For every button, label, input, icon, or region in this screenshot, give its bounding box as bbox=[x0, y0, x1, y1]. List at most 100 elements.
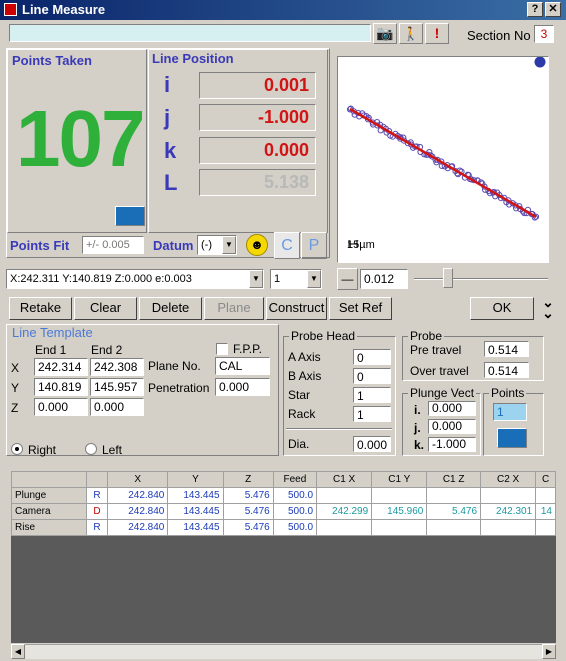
grid-cell[interactable]: Camera bbox=[11, 503, 88, 520]
penetration-label: Penetration bbox=[148, 381, 210, 395]
grid-cell[interactable]: 242.299 bbox=[316, 503, 373, 520]
grid-cell[interactable]: 14 bbox=[535, 503, 556, 520]
slider-handle[interactable] bbox=[443, 268, 453, 288]
camera-icon[interactable]: 📷 bbox=[373, 23, 397, 44]
keypad-icon[interactable] bbox=[497, 428, 527, 448]
walker-icon[interactable]: 🚶 bbox=[399, 23, 423, 44]
grid-cell[interactable]: 500.0 bbox=[272, 519, 318, 536]
dia-input[interactable]: 0.000 bbox=[353, 436, 391, 452]
grid-header: C bbox=[535, 471, 556, 488]
over-travel-input[interactable]: 0.514 bbox=[484, 362, 529, 378]
plunge-j-input[interactable]: 0.000 bbox=[428, 419, 476, 434]
ok-button[interactable]: OK bbox=[470, 297, 534, 320]
grid-cell[interactable]: Rise bbox=[11, 519, 88, 536]
grid-cell[interactable]: 5.476 bbox=[222, 487, 274, 504]
line-icon[interactable]: — bbox=[337, 268, 358, 290]
l-value: 5.138 bbox=[199, 169, 316, 196]
grid-cell[interactable] bbox=[480, 519, 537, 536]
grid-cell[interactable]: 143.445 bbox=[167, 503, 224, 520]
chevron-down-icon[interactable]: ▼ bbox=[222, 236, 236, 254]
rack-input[interactable]: 1 bbox=[353, 406, 391, 422]
grid-cell[interactable]: 143.445 bbox=[167, 519, 224, 536]
tolerance-value: 0.012 bbox=[360, 269, 408, 289]
plunge-k-input[interactable]: -1.000 bbox=[428, 437, 476, 452]
grid-cell[interactable]: 5.476 bbox=[426, 503, 482, 520]
scroll-right-icon[interactable]: ▶ bbox=[542, 644, 556, 659]
help-button[interactable]: ? bbox=[527, 2, 543, 17]
count-select[interactable]: 1 ▼ bbox=[270, 269, 322, 289]
penetration-input[interactable]: 0.000 bbox=[215, 378, 270, 396]
plunge-i-input[interactable]: 0.000 bbox=[428, 401, 476, 416]
scroll-left-icon[interactable]: ◀ bbox=[11, 644, 25, 659]
clear-button[interactable]: Clear bbox=[74, 297, 137, 320]
z1-input[interactable]: 0.000 bbox=[34, 398, 88, 416]
b-axis-input[interactable]: 0 bbox=[353, 368, 391, 384]
chevron-down-icon[interactable]: ▼ bbox=[249, 270, 263, 288]
grid-cell[interactable]: 500.0 bbox=[272, 487, 318, 504]
delete-button[interactable]: Delete bbox=[139, 297, 202, 320]
grid-cell[interactable] bbox=[535, 519, 556, 536]
star-input[interactable]: 1 bbox=[353, 387, 391, 403]
grid-cell[interactable] bbox=[371, 519, 428, 536]
z-label: Z bbox=[11, 401, 19, 415]
grid-cell[interactable]: Plunge bbox=[11, 487, 88, 504]
left-radio[interactable] bbox=[85, 443, 97, 455]
grid-cell[interactable]: 143.445 bbox=[167, 487, 224, 504]
section-input[interactable]: 3 bbox=[534, 25, 554, 43]
p-button[interactable]: P bbox=[301, 232, 327, 259]
grid-header: Z bbox=[222, 471, 274, 488]
table-row[interactable]: Camera D 242.840 143.445 5.476 500.0 242.299 14… bbox=[11, 503, 556, 520]
y1-input[interactable]: 140.819 bbox=[34, 378, 88, 396]
pre-travel-input[interactable]: 0.514 bbox=[484, 341, 529, 357]
chevron-down-icon[interactable]: ▼ bbox=[307, 270, 321, 288]
horizontal-scrollbar[interactable] bbox=[11, 644, 556, 659]
probe-icon[interactable]: ! bbox=[425, 23, 449, 44]
a-axis-input[interactable]: 0 bbox=[353, 349, 391, 365]
grid-cell[interactable]: 242.840 bbox=[106, 519, 169, 536]
grid-cell[interactable]: D bbox=[86, 503, 108, 520]
keypad-icon[interactable] bbox=[115, 206, 145, 226]
k-label: k bbox=[164, 138, 177, 163]
retake-button[interactable]: Retake bbox=[9, 297, 72, 320]
grid-cell[interactable]: 242.840 bbox=[106, 487, 169, 504]
z2-input[interactable]: 0.000 bbox=[90, 398, 144, 416]
grid-cell[interactable] bbox=[426, 487, 482, 504]
construct-button[interactable]: Construct bbox=[266, 297, 327, 320]
fpp-checkbox[interactable] bbox=[216, 343, 228, 355]
double-chevron-down-icon[interactable]: ⌄ ⌄ bbox=[539, 295, 557, 320]
grid-cell[interactable]: 242.840 bbox=[106, 503, 169, 520]
tolerance-slider[interactable] bbox=[414, 278, 548, 280]
grid-cell[interactable] bbox=[371, 487, 428, 504]
right-radio[interactable] bbox=[11, 443, 23, 455]
plane-no-input[interactable]: CAL bbox=[215, 357, 270, 375]
grid-header: C2 X bbox=[480, 471, 537, 488]
position-readout[interactable]: X:242.311 Y:140.819 Z:0.000 e:0.003 ▼ bbox=[6, 269, 264, 289]
table-row[interactable]: Rise R 242.840 143.445 5.476 500.0 bbox=[11, 519, 556, 536]
x2-input[interactable]: 242.308 bbox=[90, 358, 144, 376]
grid-cell[interactable]: 5.476 bbox=[222, 519, 274, 536]
table-row[interactable]: Plunge R 242.840 143.445 5.476 500.0 bbox=[11, 487, 556, 504]
grid-cell[interactable]: R bbox=[86, 487, 108, 504]
grid-cell[interactable]: 500.0 bbox=[272, 503, 318, 520]
grid-cell[interactable]: R bbox=[86, 519, 108, 536]
close-button[interactable]: ✕ bbox=[545, 2, 561, 17]
grid-cell[interactable]: 242.301 bbox=[480, 503, 537, 520]
grid-cell[interactable] bbox=[316, 487, 373, 504]
set-ref-button[interactable]: Set Ref bbox=[329, 297, 392, 320]
y2-input[interactable]: 145.957 bbox=[90, 378, 144, 396]
x1-input[interactable]: 242.314 bbox=[34, 358, 88, 376]
grid-cell[interactable] bbox=[535, 487, 556, 504]
grid-cell[interactable]: 5.476 bbox=[222, 503, 274, 520]
count-value: 1 bbox=[274, 273, 281, 285]
datum-select[interactable]: (-) ▼ bbox=[197, 235, 237, 255]
a-axis-label: A Axis bbox=[288, 350, 321, 364]
grid-cell[interactable]: 145.960 bbox=[371, 503, 428, 520]
grid-cell[interactable] bbox=[480, 487, 537, 504]
datum-value: (-) bbox=[201, 239, 212, 251]
points-input[interactable]: 1 bbox=[493, 403, 527, 421]
c-button[interactable]: C bbox=[274, 232, 300, 259]
smiley-icon[interactable]: ☻ bbox=[246, 234, 268, 256]
grid-cell[interactable] bbox=[316, 519, 373, 536]
grid-cell[interactable] bbox=[426, 519, 482, 536]
plane-button[interactable]: Plane bbox=[204, 297, 264, 320]
